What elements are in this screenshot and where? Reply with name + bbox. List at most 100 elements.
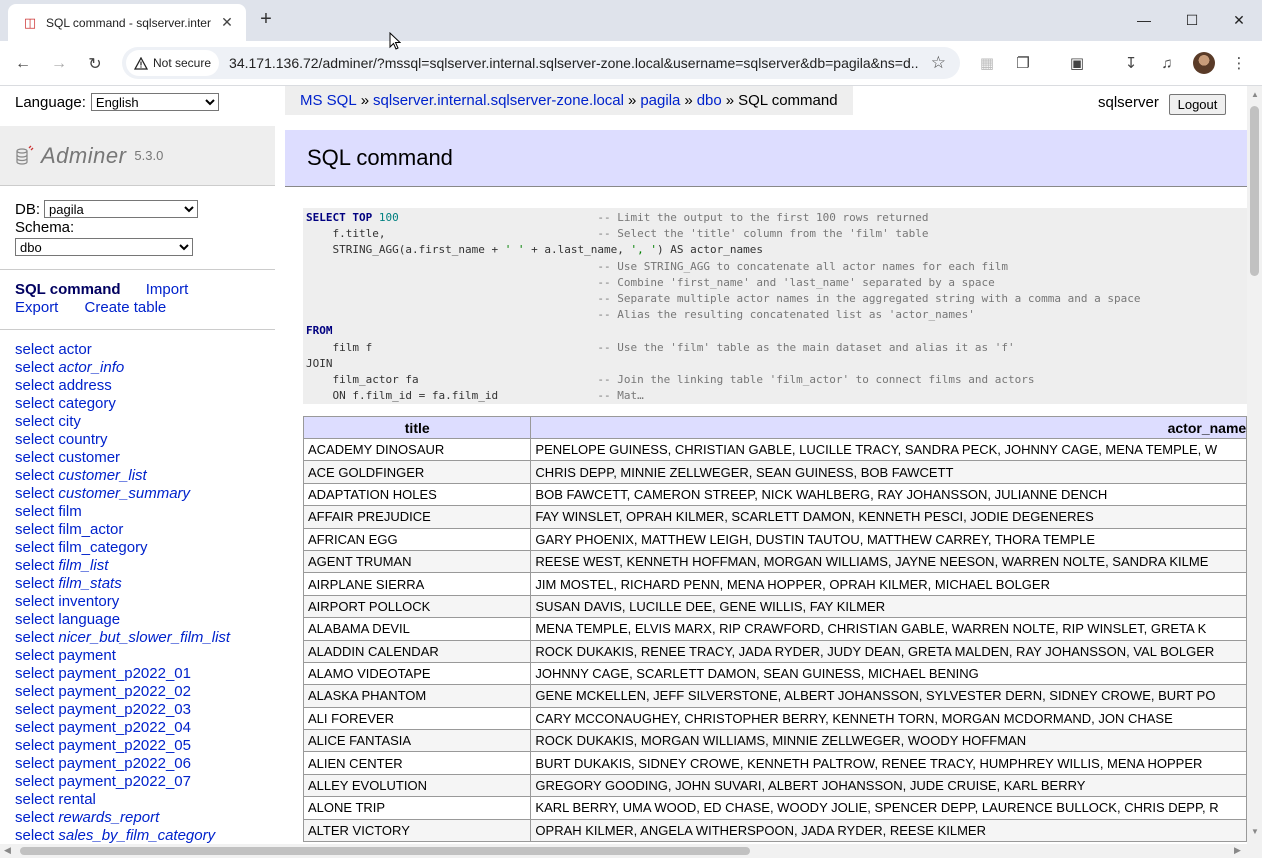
sidebar-item-payment-p2022-03[interactable]: select payment_p2022_03 (15, 701, 230, 719)
breadcrumb-link[interactable]: dbo (697, 92, 722, 109)
select-link[interactable]: select (15, 377, 54, 394)
table-link[interactable]: actor (58, 341, 91, 358)
bookmark-star-icon[interactable]: ☆ (931, 53, 946, 73)
select-link[interactable]: select (15, 755, 54, 772)
new-tab-button[interactable]: + (255, 9, 277, 31)
cast-icon[interactable]: ▣ (1066, 52, 1088, 74)
media-control-icon[interactable]: ♫ (1156, 52, 1178, 74)
download-icon[interactable]: ↧ (1120, 52, 1142, 74)
select-link[interactable]: select (15, 665, 54, 682)
browser-tab[interactable]: ◫ SQL command - sqlserver.inter ✕ (8, 4, 246, 41)
back-icon[interactable]: ← (11, 52, 35, 76)
horizontal-scroll-thumb[interactable] (20, 847, 750, 855)
table-link[interactable]: address (58, 377, 111, 394)
table-link[interactable]: sales_by_film_category (58, 827, 215, 844)
select-link[interactable]: select (15, 503, 54, 520)
select-link[interactable]: select (15, 701, 54, 718)
cell-title[interactable]: ALONE TRIP (303, 796, 532, 820)
table-link[interactable]: payment_p2022_06 (58, 755, 191, 772)
scroll-up-icon[interactable]: ▲ (1251, 90, 1259, 99)
cell-title[interactable]: ALTER VICTORY (303, 818, 532, 843)
reload-icon[interactable]: ↻ (83, 52, 107, 76)
cell-actor-names[interactable]: GARY PHOENIX, MATTHEW LEIGH, DUSTIN TAUT… (530, 527, 1247, 551)
sidebar-item-payment-p2022-02[interactable]: select payment_p2022_02 (15, 683, 230, 701)
extension-puzzle-disabled-icon[interactable]: ▦ (976, 52, 998, 74)
sidebar-item-payment[interactable]: select payment (15, 647, 230, 665)
table-link[interactable]: film_actor (58, 521, 123, 538)
sidebar-item-actor[interactable]: select actor (15, 341, 230, 359)
close-window-icon[interactable]: ✕ (1216, 8, 1262, 32)
cell-actor-names[interactable]: ROCK DUKAKIS, RENEE TRACY, JADA RYDER, J… (530, 639, 1247, 663)
table-link[interactable]: payment_p2022_04 (58, 719, 191, 736)
cell-actor-names[interactable]: PENELOPE GUINESS, CHRISTIAN GABLE, LUCIL… (530, 437, 1247, 462)
select-link[interactable]: select (15, 647, 54, 664)
extensions-icon[interactable]: ❐ (1012, 52, 1034, 74)
select-link[interactable]: select (15, 593, 54, 610)
table-link[interactable]: film_stats (58, 575, 121, 592)
sidebar-item-payment-p2022-07[interactable]: select payment_p2022_07 (15, 773, 230, 791)
scroll-right-icon[interactable]: ▶ (1234, 845, 1241, 856)
cell-actor-names[interactable]: CARY MCCONAUGHEY, CHRISTOPHER BERRY, KEN… (530, 706, 1247, 731)
select-link[interactable]: select (15, 809, 54, 826)
select-link[interactable]: select (15, 557, 54, 574)
sidebar-item-customer-list[interactable]: select customer_list (15, 467, 230, 485)
address-bar[interactable]: Not secure 34.171.136.72/adminer/?mssql=… (122, 47, 960, 79)
select-link[interactable]: select (15, 611, 54, 628)
table-link[interactable]: city (58, 413, 81, 430)
minimize-icon[interactable]: — (1121, 8, 1167, 32)
cell-title[interactable]: ACE GOLDFINGER (303, 460, 532, 484)
sidebar-item-actor-info[interactable]: select actor_info (15, 359, 230, 377)
cell-title[interactable]: ADAPTATION HOLES (303, 482, 532, 507)
table-link[interactable]: inventory (58, 593, 119, 610)
select-link[interactable]: select (15, 395, 54, 412)
sidebar-item-language[interactable]: select language (15, 611, 230, 629)
table-link[interactable]: payment_p2022_07 (58, 773, 191, 790)
export-link[interactable]: Export (15, 299, 58, 316)
select-link[interactable]: select (15, 575, 54, 592)
sidebar-item-film-list[interactable]: select film_list (15, 557, 230, 575)
table-link[interactable]: actor_info (58, 359, 124, 376)
cell-title[interactable]: AFRICAN EGG (303, 527, 532, 551)
sql-command-link[interactable]: SQL command (15, 281, 121, 298)
table-link[interactable]: film_category (58, 539, 147, 556)
cell-actor-names[interactable]: JOHNNY CAGE, SCARLETT DAMON, SEAN GUINES… (530, 661, 1247, 686)
select-link[interactable]: select (15, 431, 54, 448)
sidebar-item-rewards-report[interactable]: select rewards_report (15, 809, 230, 827)
close-tab-icon[interactable]: ✕ (218, 14, 236, 32)
cell-actor-names[interactable]: GREGORY GOODING, JOHN SUVARI, ALBERT JOH… (530, 773, 1247, 798)
cell-title[interactable]: ALIEN CENTER (303, 751, 532, 775)
cell-actor-names[interactable]: SUSAN DAVIS, LUCILLE DEE, GENE WILLIS, F… (530, 594, 1247, 619)
cell-actor-names[interactable]: BOB FAWCETT, CAMERON STREEP, NICK WAHLBE… (530, 482, 1247, 507)
table-link[interactable]: category (58, 395, 116, 412)
select-link[interactable]: select (15, 539, 54, 556)
cell-actor-names[interactable]: JIM MOSTEL, RICHARD PENN, MENA HOPPER, O… (530, 572, 1247, 596)
cell-title[interactable]: ALAMO VIDEOTAPE (303, 661, 532, 686)
cell-title[interactable]: ALICE FANTASIA (303, 729, 532, 753)
cell-actor-names[interactable]: BURT DUKAKIS, SIDNEY CROWE, KENNETH PALT… (530, 751, 1247, 775)
cell-actor-names[interactable]: ROCK DUKAKIS, MORGAN WILLIAMS, MINNIE ZE… (530, 729, 1247, 753)
cell-title[interactable]: AFFAIR PREJUDICE (303, 505, 532, 529)
table-link[interactable]: film_list (58, 557, 108, 574)
sidebar-item-payment-p2022-01[interactable]: select payment_p2022_01 (15, 665, 230, 683)
cell-title[interactable]: ALI FOREVER (303, 706, 532, 731)
cell-actor-names[interactable]: FAY WINSLET, OPRAH KILMER, SCARLETT DAMO… (530, 505, 1247, 529)
logout-button[interactable]: Logout (1169, 94, 1226, 115)
vertical-scroll-thumb[interactable] (1250, 106, 1259, 276)
sidebar-item-customer-summary[interactable]: select customer_summary (15, 485, 230, 503)
sidebar-item-payment-p2022-06[interactable]: select payment_p2022_06 (15, 755, 230, 773)
sidebar-item-category[interactable]: select category (15, 395, 230, 413)
cell-title[interactable]: AIRPLANE SIERRA (303, 572, 532, 596)
maximize-icon[interactable]: ☐ (1169, 8, 1215, 32)
select-link[interactable]: select (15, 467, 54, 484)
column-header-actor-names[interactable]: actor_names (530, 416, 1247, 439)
table-link[interactable]: payment_p2022_02 (58, 683, 191, 700)
select-link[interactable]: select (15, 737, 54, 754)
table-link[interactable]: payment (58, 647, 116, 664)
table-link[interactable]: country (58, 431, 107, 448)
breadcrumb-link[interactable]: MS SQL (300, 92, 357, 109)
menu-dots-icon[interactable]: ⋮ (1228, 52, 1250, 74)
select-link[interactable]: select (15, 359, 54, 376)
table-link[interactable]: nicer_but_slower_film_list (58, 629, 230, 646)
sidebar-item-country[interactable]: select country (15, 431, 230, 449)
table-link[interactable]: payment_p2022_05 (58, 737, 191, 754)
